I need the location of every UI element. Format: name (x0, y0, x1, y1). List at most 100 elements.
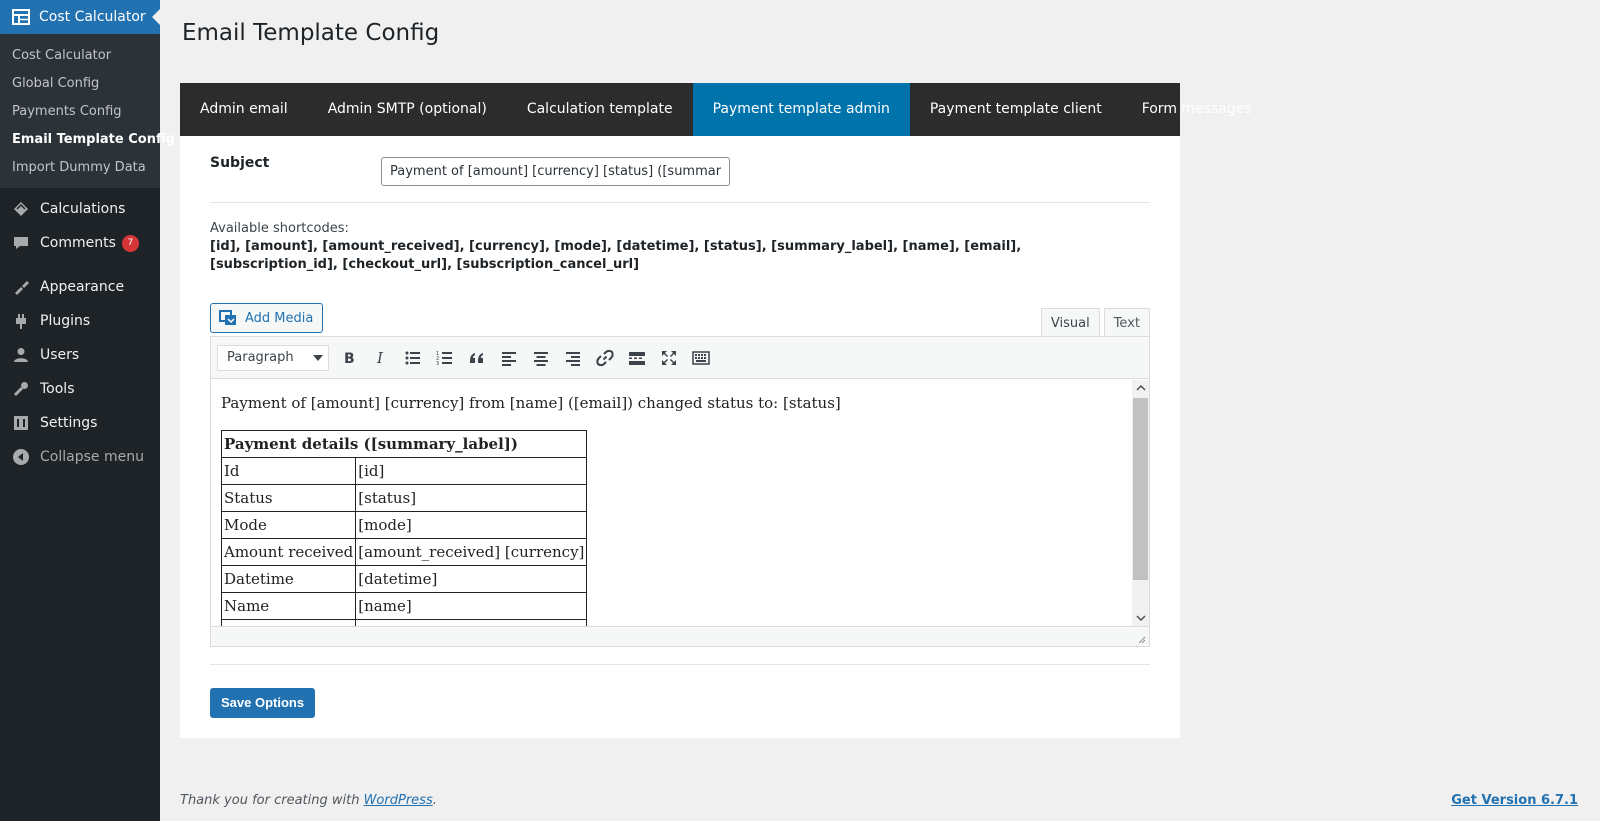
svg-text:3: 3 (436, 361, 439, 367)
media-icon (219, 310, 237, 326)
main-content: Email Template Config Admin email Admin … (160, 0, 1600, 821)
editor-scrollbar[interactable] (1132, 380, 1149, 626)
table-row: Amount received [amount_received] [curren… (220, 538, 588, 566)
tab-calculation-template[interactable]: Calculation template (507, 83, 693, 136)
scroll-down-icon[interactable] (1132, 610, 1149, 626)
submenu-payments-config[interactable]: Payments Config (0, 98, 160, 126)
editor-mode-tabs: Visual Text (1037, 308, 1150, 337)
row-value: [id] (355, 457, 588, 485)
row-key: Datetime (220, 565, 357, 593)
read-more-icon[interactable] (621, 343, 653, 373)
table-row: Mode [mode] (220, 511, 588, 539)
resize-handle-icon[interactable] (1136, 633, 1146, 644)
sidebar-menu: Calculations Comments 7 Appearance Plugi… (0, 188, 160, 474)
italic-icon[interactable]: I (365, 343, 397, 373)
tab-payment-template-client[interactable]: Payment template client (910, 83, 1122, 136)
align-right-icon[interactable] (557, 343, 589, 373)
format-select[interactable]: Paragraph (217, 344, 329, 371)
table-row: Id [id] (220, 457, 588, 485)
sidebar-item-label: Plugins (40, 313, 91, 329)
tab-form-messages[interactable]: Form messages (1122, 83, 1272, 136)
row-key: Status (220, 484, 357, 512)
row-value: [name] (355, 592, 588, 620)
payment-details-table: Payment details ([summary_label]) Id [id]… (220, 430, 588, 626)
link-icon[interactable] (589, 343, 621, 373)
sidebar-item-cost-calculator[interactable]: Cost Calculator (0, 0, 160, 34)
collapse-icon (11, 447, 31, 467)
sidebar-item-label: Users (40, 347, 80, 363)
sidebar-item-plugins[interactable]: Plugins (0, 304, 160, 338)
align-left-icon[interactable] (493, 343, 525, 373)
text-tab[interactable]: Text (1103, 308, 1150, 337)
visual-tab[interactable]: Visual (1040, 308, 1100, 337)
tab-admin-smtp[interactable]: Admin SMTP (optional) (308, 83, 507, 136)
shortcodes-list: [id], [amount], [amount_received], [curr… (210, 239, 1022, 272)
submenu-import-dummy-data[interactable]: Import Dummy Data (0, 154, 160, 182)
table-calc-icon (11, 7, 31, 27)
sidebar-item-label: Collapse menu (40, 449, 144, 465)
submenu-global-config[interactable]: Global Config (0, 70, 160, 98)
calculations-icon (11, 199, 31, 219)
chevron-down-icon (313, 350, 323, 365)
wordpress-link[interactable]: WordPress (364, 793, 433, 808)
sidebar-submenu: Cost Calculator Global Config Payments C… (0, 34, 175, 188)
sidebar-item-label: Comments (40, 235, 116, 251)
admin-sidebar: Cost Calculator Cost Calculator Global C… (0, 0, 175, 821)
rich-text-editor: Paragraph B I 123 Payment of [amount] [c… (210, 336, 1150, 647)
row-value: [datetime] (355, 565, 588, 593)
table-header: Payment details ([summary_label]) (220, 430, 588, 458)
bold-icon[interactable]: B (333, 343, 365, 373)
bullet-list-icon[interactable] (397, 343, 429, 373)
subject-input-wrapper (381, 157, 730, 186)
row-value: [mode] (355, 511, 588, 539)
table-row: Status [status] (220, 484, 588, 512)
shortcodes-label: Available shortcodes: (210, 221, 349, 236)
footer-thanks-suffix: . (432, 793, 437, 808)
toolbar-toggle-icon[interactable] (685, 343, 717, 373)
svg-text:B: B (344, 351, 355, 367)
align-center-icon[interactable] (525, 343, 557, 373)
appearance-icon (11, 277, 31, 297)
tab-bar: Admin email Admin SMTP (optional) Calcul… (180, 83, 1252, 136)
row-key: Id (220, 457, 357, 485)
row-value: [amount_received] [currency] (355, 538, 588, 566)
submenu-email-template-config[interactable]: Email Template Config (0, 126, 175, 154)
subject-label: Subject (210, 155, 270, 171)
sidebar-item-label: Cost Calculator (39, 9, 146, 25)
get-version-link[interactable]: Get Version 6.7.1 (1451, 793, 1578, 808)
sidebar-item-label: Calculations (40, 201, 126, 217)
blockquote-icon[interactable] (461, 343, 493, 373)
sidebar-item-tools[interactable]: Tools (0, 372, 160, 406)
submenu-cost-calculator[interactable]: Cost Calculator (0, 42, 160, 70)
sidebar-item-appearance[interactable]: Appearance (0, 270, 160, 304)
numbered-list-icon[interactable]: 123 (429, 343, 461, 373)
row-key: Amount received (220, 538, 357, 566)
tab-payment-template-admin[interactable]: Payment template admin (692, 83, 910, 136)
plugins-icon (11, 311, 31, 331)
row-key: Name (220, 592, 357, 620)
table-row: Name [name] (220, 592, 588, 620)
settings-panel: Admin email Admin SMTP (optional) Calcul… (180, 83, 1252, 738)
editor-toolbar: Paragraph B I 123 (211, 337, 1149, 379)
sidebar-item-users[interactable]: Users (0, 338, 160, 372)
sidebar-item-calculations[interactable]: Calculations (0, 192, 160, 226)
editor-content[interactable]: Payment of [amount] [currency] from [nam… (211, 380, 1131, 626)
scrollbar-thumb[interactable] (1133, 398, 1148, 580)
format-select-value: Paragraph (227, 350, 294, 365)
add-media-button[interactable]: Add Media (210, 303, 324, 333)
scroll-up-icon[interactable] (1132, 380, 1149, 396)
intro-paragraph: Payment of [amount] [currency] from [nam… (221, 394, 841, 412)
subject-input[interactable] (381, 157, 730, 186)
comments-icon (11, 233, 31, 253)
settings-icon (11, 413, 31, 433)
sidebar-item-settings[interactable]: Settings (0, 406, 160, 440)
comments-count-badge: 7 (121, 234, 139, 252)
tab-admin-email[interactable]: Admin email (180, 83, 308, 136)
collapse-menu-button[interactable]: Collapse menu (0, 440, 160, 474)
sidebar-item-comments[interactable]: Comments 7 (0, 226, 160, 260)
sidebar-item-label: Settings (40, 415, 98, 431)
save-options-button[interactable]: Save Options (210, 688, 316, 718)
page-title: Email Template Config (182, 20, 440, 46)
fullscreen-icon[interactable] (653, 343, 685, 373)
divider (210, 664, 1150, 665)
